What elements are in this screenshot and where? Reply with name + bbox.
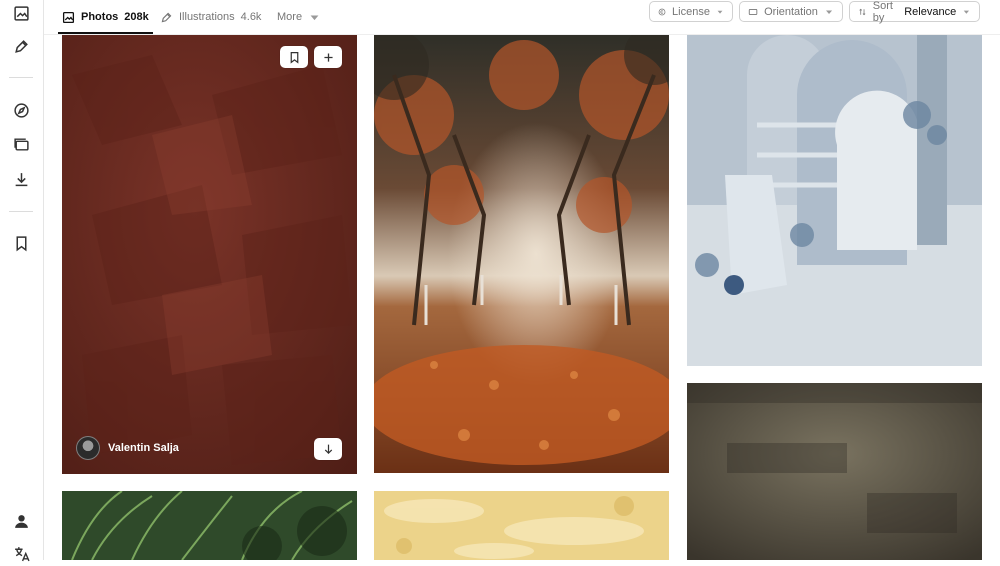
tab-photos-count: 208k [124, 11, 149, 23]
photo-card[interactable] [62, 491, 357, 560]
top-bar: Photos 208k Illustrations 4.6k More Lice… [44, 0, 1000, 35]
tab-photos-label: Photos [81, 11, 119, 23]
download-button[interactable] [314, 438, 342, 460]
sort-filter[interactable]: Sort by Relevance [849, 0, 980, 24]
sidebar-divider [9, 211, 33, 212]
photo-card[interactable] [374, 491, 669, 560]
license-icon [658, 8, 666, 15]
photo-image [687, 383, 982, 560]
chevron-down-icon [310, 15, 319, 20]
photo-image [374, 491, 669, 560]
tab-more-label: More [277, 11, 303, 23]
photo-image [374, 35, 669, 473]
compass-icon[interactable] [8, 97, 34, 123]
photo-image [687, 35, 982, 366]
translate-icon[interactable] [8, 540, 34, 566]
photo-image [62, 491, 357, 560]
author-name: Valentin Salja [108, 442, 179, 454]
orientation-icon [748, 8, 758, 15]
tab-illustrations[interactable]: Illustrations 4.6k [160, 0, 261, 34]
photo-card[interactable] [687, 383, 982, 560]
photo-card[interactable]: Valentin Salja [62, 35, 357, 474]
bookmark-button[interactable] [280, 46, 308, 68]
photo-image [62, 35, 357, 474]
sort-icon [859, 8, 866, 15]
sidebar-divider [9, 77, 33, 78]
chevron-down-icon [963, 10, 970, 14]
license-filter[interactable]: License [649, 1, 733, 22]
sidebar [0, 0, 44, 561]
chevron-down-icon [717, 10, 723, 14]
orientation-filter[interactable]: Orientation [739, 1, 843, 22]
tab-more[interactable]: More [277, 0, 321, 34]
image-icon[interactable] [8, 0, 34, 26]
avatar [76, 436, 100, 460]
chevron-down-icon [825, 9, 832, 14]
sort-value: Relevance [904, 5, 957, 18]
photo-author[interactable]: Valentin Salja [76, 436, 179, 460]
user-icon[interactable] [8, 508, 34, 534]
bookmark-icon [290, 51, 298, 64]
license-label: License [672, 5, 710, 18]
pen-icon[interactable] [8, 33, 34, 59]
photo-card[interactable] [687, 35, 982, 366]
download-icon[interactable] [8, 166, 34, 192]
photo-card[interactable] [374, 35, 669, 473]
collections-icon[interactable] [8, 131, 34, 157]
active-tab-underline [58, 32, 153, 34]
plus-icon [323, 52, 333, 62]
tab-illustrations-label: Illustrations [179, 11, 235, 23]
download-icon [324, 444, 332, 454]
image-icon [62, 11, 75, 23]
orientation-label: Orientation [764, 5, 818, 18]
tab-photos[interactable]: Photos 208k [58, 0, 153, 34]
sort-prefix: Sort by [872, 0, 893, 24]
bookmark-icon[interactable] [8, 230, 34, 256]
add-to-collection-button[interactable] [314, 46, 342, 68]
pen-icon [161, 12, 172, 22]
tab-illustrations-count: 4.6k [240, 11, 262, 23]
